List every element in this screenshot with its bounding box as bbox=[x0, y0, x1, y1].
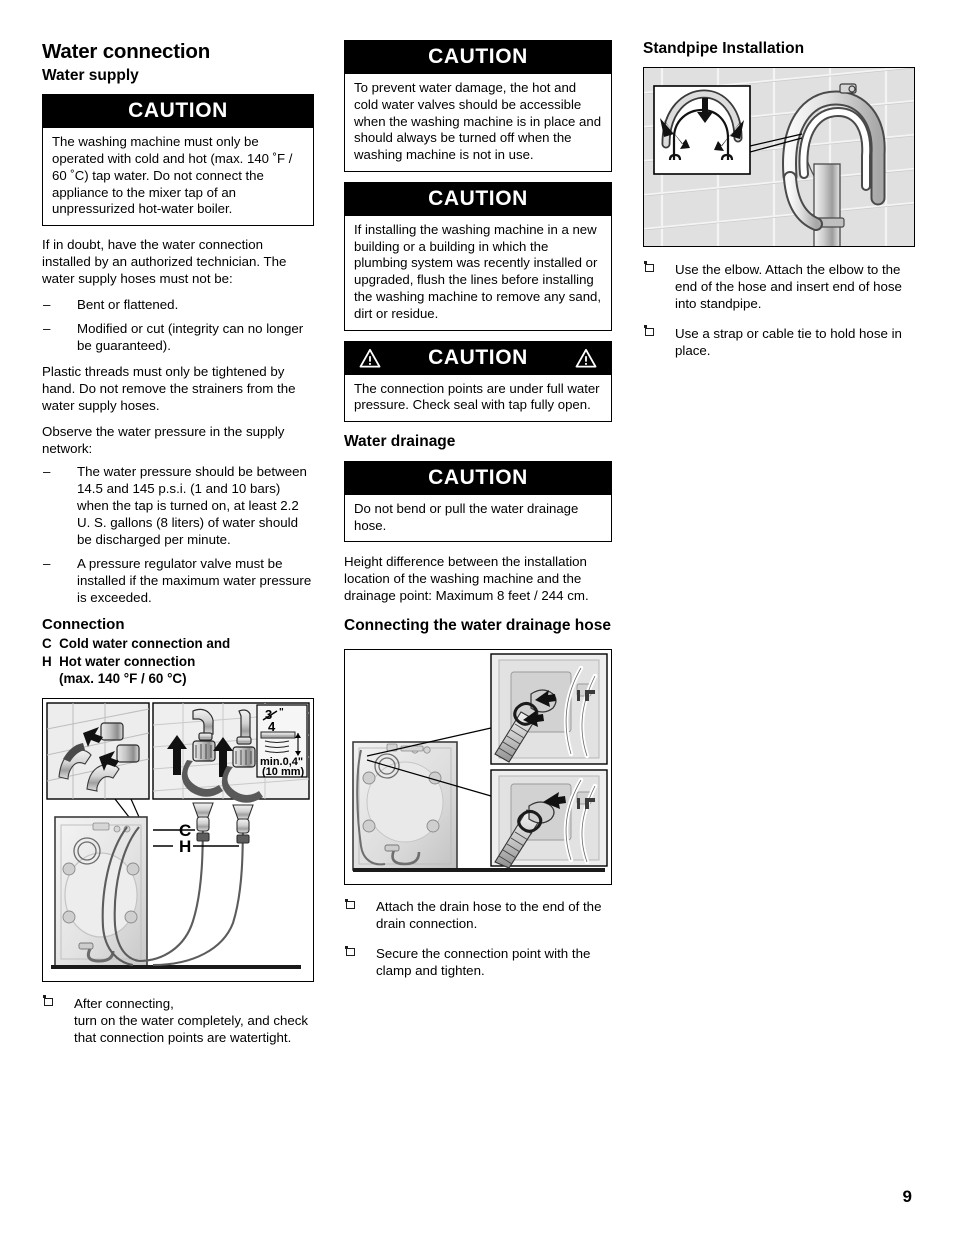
list-item-text: Use a strap or cable tie to hold hose in… bbox=[675, 325, 902, 358]
list-pressure-requirements: – The water pressure should be between 14… bbox=[42, 463, 314, 606]
figure-standpipe-installation bbox=[643, 66, 915, 247]
list-item: – The water pressure should be between 14… bbox=[42, 463, 314, 548]
list-item: – A pressure regulator valve must be inst… bbox=[42, 555, 314, 606]
left-column: Water connection Water supply CAUTION Th… bbox=[42, 40, 314, 1055]
inset-clamp-attach bbox=[490, 653, 608, 765]
right-column: Standpipe Installation Use the elbow. At… bbox=[643, 40, 915, 368]
caution-bar-label: CAUTION bbox=[43, 95, 313, 129]
checkbox-icon bbox=[344, 898, 355, 910]
list-item-text: Modified or cut (integrity can no longer… bbox=[77, 321, 304, 354]
inset-elbow-detail bbox=[653, 84, 751, 175]
list-after-connecting: After connecting, turn on the water comp… bbox=[42, 995, 314, 1046]
dash-marker: – bbox=[43, 556, 51, 572]
paragraph-height-difference: Height difference between the installati… bbox=[344, 554, 589, 604]
caution-bar-label: CAUTION bbox=[345, 182, 611, 216]
figure-drainage-hose-connection bbox=[344, 649, 612, 886]
paragraph-observe-pressure: Observe the water pressure in the supply… bbox=[42, 424, 285, 457]
connection-line-hot: H Hot water connection bbox=[42, 653, 196, 669]
dash-marker: – bbox=[43, 321, 51, 337]
list-item-text: Use the elbow. Attach the elbow to the e… bbox=[675, 261, 902, 311]
paragraph-authorized-technician: If in doubt, have the water connection i… bbox=[42, 237, 287, 287]
svg-text:(10 mm): (10 mm) bbox=[262, 766, 305, 778]
paragraph-plastic-threads: Plastic threads must only be tightened b… bbox=[42, 364, 296, 414]
standpipe-illustration bbox=[644, 67, 914, 246]
drainage-illustration bbox=[352, 653, 608, 873]
washing-machine-rear bbox=[51, 815, 301, 969]
dash-marker: – bbox=[43, 464, 51, 480]
page-number: 9 bbox=[902, 1187, 912, 1206]
list-item-text: Bent or flattened. bbox=[77, 297, 179, 313]
caution-text: The washing machine must only be operate… bbox=[52, 134, 293, 217]
inset-tap-connection: 3 4 " min.0,4" (10 mm) bbox=[152, 701, 310, 803]
connection-line-cold: C Cold water connection and bbox=[42, 636, 231, 652]
list-standpipe-steps: Use the elbow. Attach the elbow to the e… bbox=[643, 261, 915, 359]
subheading-connection: Connection bbox=[42, 616, 125, 634]
checkbox-icon bbox=[344, 945, 355, 957]
caution-bar-label: CAUTION bbox=[345, 461, 611, 495]
list-item: Use the elbow. Attach the elbow to the e… bbox=[643, 261, 915, 312]
caution-bar-label: CAUTION bbox=[345, 41, 611, 75]
inset-machine-valves bbox=[46, 701, 150, 800]
list-item: Secure the connection point with the cla… bbox=[344, 945, 612, 979]
middle-column: CAUTION To prevent water damage, the hot… bbox=[344, 40, 612, 988]
caution-text: To prevent water damage, the hot and col… bbox=[354, 80, 602, 163]
warning-triangle-icon-right bbox=[575, 348, 597, 368]
caution-box-full-pressure: CAUTION The connection points are under … bbox=[344, 340, 612, 423]
dash-marker: – bbox=[43, 297, 51, 313]
list-item-text: Secure the connection point with the cla… bbox=[376, 946, 591, 979]
list-item-text: The water pressure should be between 14.… bbox=[77, 464, 307, 548]
section-heading-water-supply: Water supply bbox=[42, 66, 139, 84]
svg-text:H: H bbox=[179, 837, 191, 856]
checkbox-icon bbox=[643, 325, 654, 336]
page-title: Water connection bbox=[42, 40, 211, 63]
list-item: Attach the drain hose to the end of the … bbox=[344, 898, 612, 932]
list-drain-hose-steps: Attach the drain hose to the end of the … bbox=[344, 898, 612, 979]
figure-water-supply-connection: 3 4 " min.0,4" (10 mm) C H bbox=[42, 697, 314, 982]
thread-detail: 3 4 " min.0,4" (10 mm) bbox=[256, 703, 308, 778]
subheading-connecting-drainage-hose: Connecting the water drainage hose bbox=[344, 617, 611, 635]
caution-text: The connection points are under full wat… bbox=[354, 380, 600, 413]
caution-box-flush-lines: CAUTION If installing the washing machin… bbox=[344, 181, 612, 331]
caution-box-valve-access: CAUTION To prevent water damage, the hot… bbox=[344, 40, 612, 172]
subheading-water-drainage: Water drainage bbox=[344, 433, 456, 451]
svg-text:": " bbox=[279, 707, 284, 718]
connection-temperature-note: (max. 140 °F / 60 °C) bbox=[59, 671, 187, 687]
caution-text: Do not bend or pull the water drainage h… bbox=[354, 500, 579, 533]
list-item: Use a strap or cable tie to hold hose in… bbox=[643, 325, 915, 359]
list-hose-restrictions: – Bent or flattened. – Modified or cut (in… bbox=[42, 296, 314, 354]
subheading-standpipe-installation: Standpipe Installation bbox=[643, 40, 805, 57]
list-item-text: A pressure regulator valve must be insta… bbox=[77, 556, 312, 606]
water-supply-illustration: 3 4 " min.0,4" (10 mm) C H bbox=[46, 701, 310, 969]
caution-bar-label-with-triangles: CAUTION bbox=[345, 341, 611, 375]
manual-page: Water connection Water supply CAUTION Th… bbox=[0, 0, 954, 1235]
caution-box-water-temperature: CAUTION The washing machine must only be… bbox=[42, 94, 314, 227]
caution-label-text: CAUTION bbox=[428, 345, 528, 369]
checkbox-icon bbox=[42, 995, 53, 1006]
warning-triangle-icon-left bbox=[359, 348, 381, 368]
caution-text: If installing the washing machine in a n… bbox=[354, 221, 602, 321]
checkbox-icon bbox=[643, 261, 654, 272]
list-item: After connecting, turn on the water comp… bbox=[42, 995, 314, 1046]
list-item: – Bent or flattened. bbox=[42, 296, 314, 313]
inset-clamp-secured bbox=[490, 769, 608, 869]
list-item: – Modified or cut (integrity can no longe… bbox=[42, 320, 314, 354]
list-item-text: Attach the drain hose to the end of the … bbox=[376, 899, 602, 932]
list-item-text: After connecting, turn on the water comp… bbox=[74, 995, 309, 1045]
caution-box-do-not-bend: CAUTION Do not bend or pull the water dr… bbox=[344, 460, 612, 543]
